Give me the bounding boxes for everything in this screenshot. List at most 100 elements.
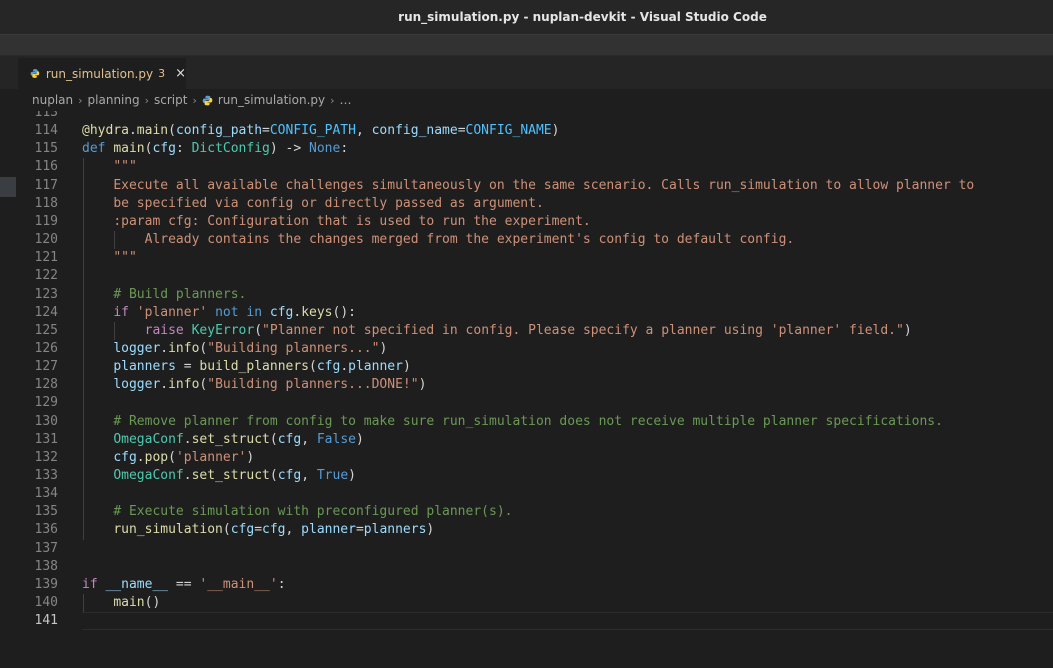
code-line[interactable]: 122	[0, 267, 1053, 285]
line-number: 140	[34, 595, 58, 611]
code-line[interactable]: 118 be specified via config or directly …	[0, 195, 1053, 213]
code-token: planners	[113, 359, 176, 375]
code-token: ==	[168, 576, 200, 592]
code-token: KeyError	[191, 322, 255, 338]
code-line[interactable]: 126 logger.info("Building planners...")	[0, 340, 1053, 358]
code-token: DictConfig	[191, 141, 270, 157]
code-line[interactable]: 127 planners = build_planners(cfg.planne…	[0, 358, 1053, 376]
code-line[interactable]: 139 if __name__ == '__main__':	[0, 576, 1053, 594]
code-line[interactable]: 125 raise KeyError("Planner not specifie…	[0, 322, 1053, 340]
code-line[interactable]: 115 def main(cfg: DictConfig) -> None:	[0, 140, 1053, 158]
code-text: Execute all available challenges simulta…	[82, 177, 974, 195]
code-line[interactable]: 129	[0, 394, 1053, 412]
close-icon[interactable]: ×	[175, 66, 186, 81]
code-line[interactable]: 141	[0, 612, 1053, 631]
code-token: """	[113, 250, 137, 266]
breadcrumb-item-script[interactable]: script	[154, 93, 187, 107]
code-line[interactable]: 117 Execute all available challenges sim…	[0, 177, 1053, 195]
code-token: keys	[301, 304, 333, 320]
code-token: )	[402, 359, 411, 375]
code-line[interactable]: 138	[0, 558, 1053, 576]
code-text: if 'planner' not in cfg.keys():	[82, 304, 356, 322]
code-token: set_struct	[191, 431, 270, 447]
code-text: logger.info("Building planners...DONE!")	[82, 376, 426, 394]
code-token: logger	[113, 377, 161, 393]
code-token: (	[168, 123, 176, 139]
python-file-icon	[202, 95, 213, 105]
breadcrumb-item-planning[interactable]: planning	[88, 93, 140, 107]
code-token: pop	[144, 449, 169, 465]
code-token: (	[168, 449, 176, 465]
code-text: """	[82, 158, 137, 176]
code-token: .	[293, 304, 302, 320]
breadcrumb-item-symbols[interactable]: …	[340, 93, 352, 107]
breadcrumb-item-nuplan[interactable]: nuplan	[32, 93, 73, 107]
code-editor[interactable]: 113 114 @hydra.main(config_path=CONFIG_PAT…	[0, 111, 1053, 668]
code-text: """	[82, 249, 137, 267]
code-line[interactable]: 131 OmegaConf.set_struct(cfg, False)	[0, 431, 1053, 449]
line-number: 126	[34, 340, 58, 356]
code-line[interactable]: 119 :param cfg: Configuration that is us…	[0, 213, 1053, 231]
code-text: def main(cfg: DictConfig) -> None:	[82, 140, 348, 158]
code-line[interactable]: 135 # Execute simulation with preconfigu…	[0, 503, 1053, 521]
code-line[interactable]: 128 logger.info("Building planners...DON…	[0, 376, 1053, 394]
code-line[interactable]: 133 OmegaConf.set_struct(cfg, True)	[0, 467, 1053, 485]
code-token: @hydra	[82, 123, 129, 139]
breadcrumb-item-file[interactable]: run_simulation.py	[218, 93, 325, 107]
code-token: in	[246, 304, 263, 320]
code-line[interactable]: 132 cfg.pop('planner')	[0, 449, 1053, 467]
code-token: .	[128, 123, 137, 139]
code-line[interactable]: 116 """	[0, 158, 1053, 176]
code-token: Already contains the changes merged from…	[144, 232, 795, 248]
code-line[interactable]: 134	[0, 485, 1053, 503]
code-token: "Planner not specified in config. Please…	[262, 322, 904, 338]
problems-count-badge: 3	[158, 67, 166, 80]
line-number: 137	[34, 540, 58, 556]
code-line[interactable]: 124 if 'planner' not in cfg.keys():	[0, 304, 1053, 322]
indent-guide	[83, 158, 84, 540]
code-token: "Building planners..."	[207, 340, 380, 356]
code-token: ,	[301, 468, 317, 483]
line-number: 117	[34, 177, 58, 193]
indent-guide	[83, 594, 84, 613]
code-line[interactable]: 130 # Remove planner from config to make…	[0, 413, 1053, 431]
breadcrumb: nuplan › planning › script › run_simulat…	[0, 89, 1053, 111]
code-text: run_simulation(cfg=cfg, planner=planners…	[82, 521, 434, 539]
code-token: .	[160, 340, 169, 356]
line-number: 136	[34, 522, 58, 538]
line-number: 118	[34, 195, 58, 211]
code-line[interactable]: 137	[0, 540, 1053, 558]
code-token: :	[175, 141, 192, 157]
code-token: :	[277, 576, 286, 592]
code-token: info	[168, 377, 200, 393]
code-token: 'planner'	[175, 449, 247, 465]
code-token: )	[426, 522, 435, 538]
code-token: main	[113, 595, 145, 611]
code-line[interactable]: 136 run_simulation(cfg=cfg, planner=plan…	[0, 521, 1053, 539]
code-line[interactable]: 140 main()	[0, 594, 1053, 612]
code-token: )	[355, 431, 364, 447]
code-line[interactable]: 120 Already contains the changes merged …	[0, 231, 1053, 249]
code-line[interactable]: 123 # Build planners.	[0, 286, 1053, 304]
python-file-icon	[30, 69, 40, 78]
code-token: =	[457, 123, 466, 139]
code-token: =	[175, 359, 200, 375]
tab-run-simulation[interactable]: run_simulation.py 3 ×	[18, 58, 186, 89]
code-text: OmegaConf.set_struct(cfg, True)	[82, 467, 356, 485]
code-line[interactable]: 114 @hydra.main(config_path=CONFIG_PATH, …	[0, 122, 1053, 140]
chevron-right-icon: ›	[78, 93, 83, 107]
code-text: main()	[82, 594, 160, 612]
code-text: Already contains the changes merged from…	[82, 231, 795, 249]
chevron-right-icon: ›	[330, 93, 335, 107]
code-line[interactable]: 113	[0, 111, 1053, 122]
code-line[interactable]: 121 """	[0, 249, 1053, 267]
code-token: )	[348, 468, 356, 483]
code-token: """	[113, 159, 137, 175]
code-token: # Execute simulation with preconfigured …	[113, 504, 513, 520]
code-token: )	[903, 322, 912, 338]
code-token: cfg	[277, 468, 302, 483]
